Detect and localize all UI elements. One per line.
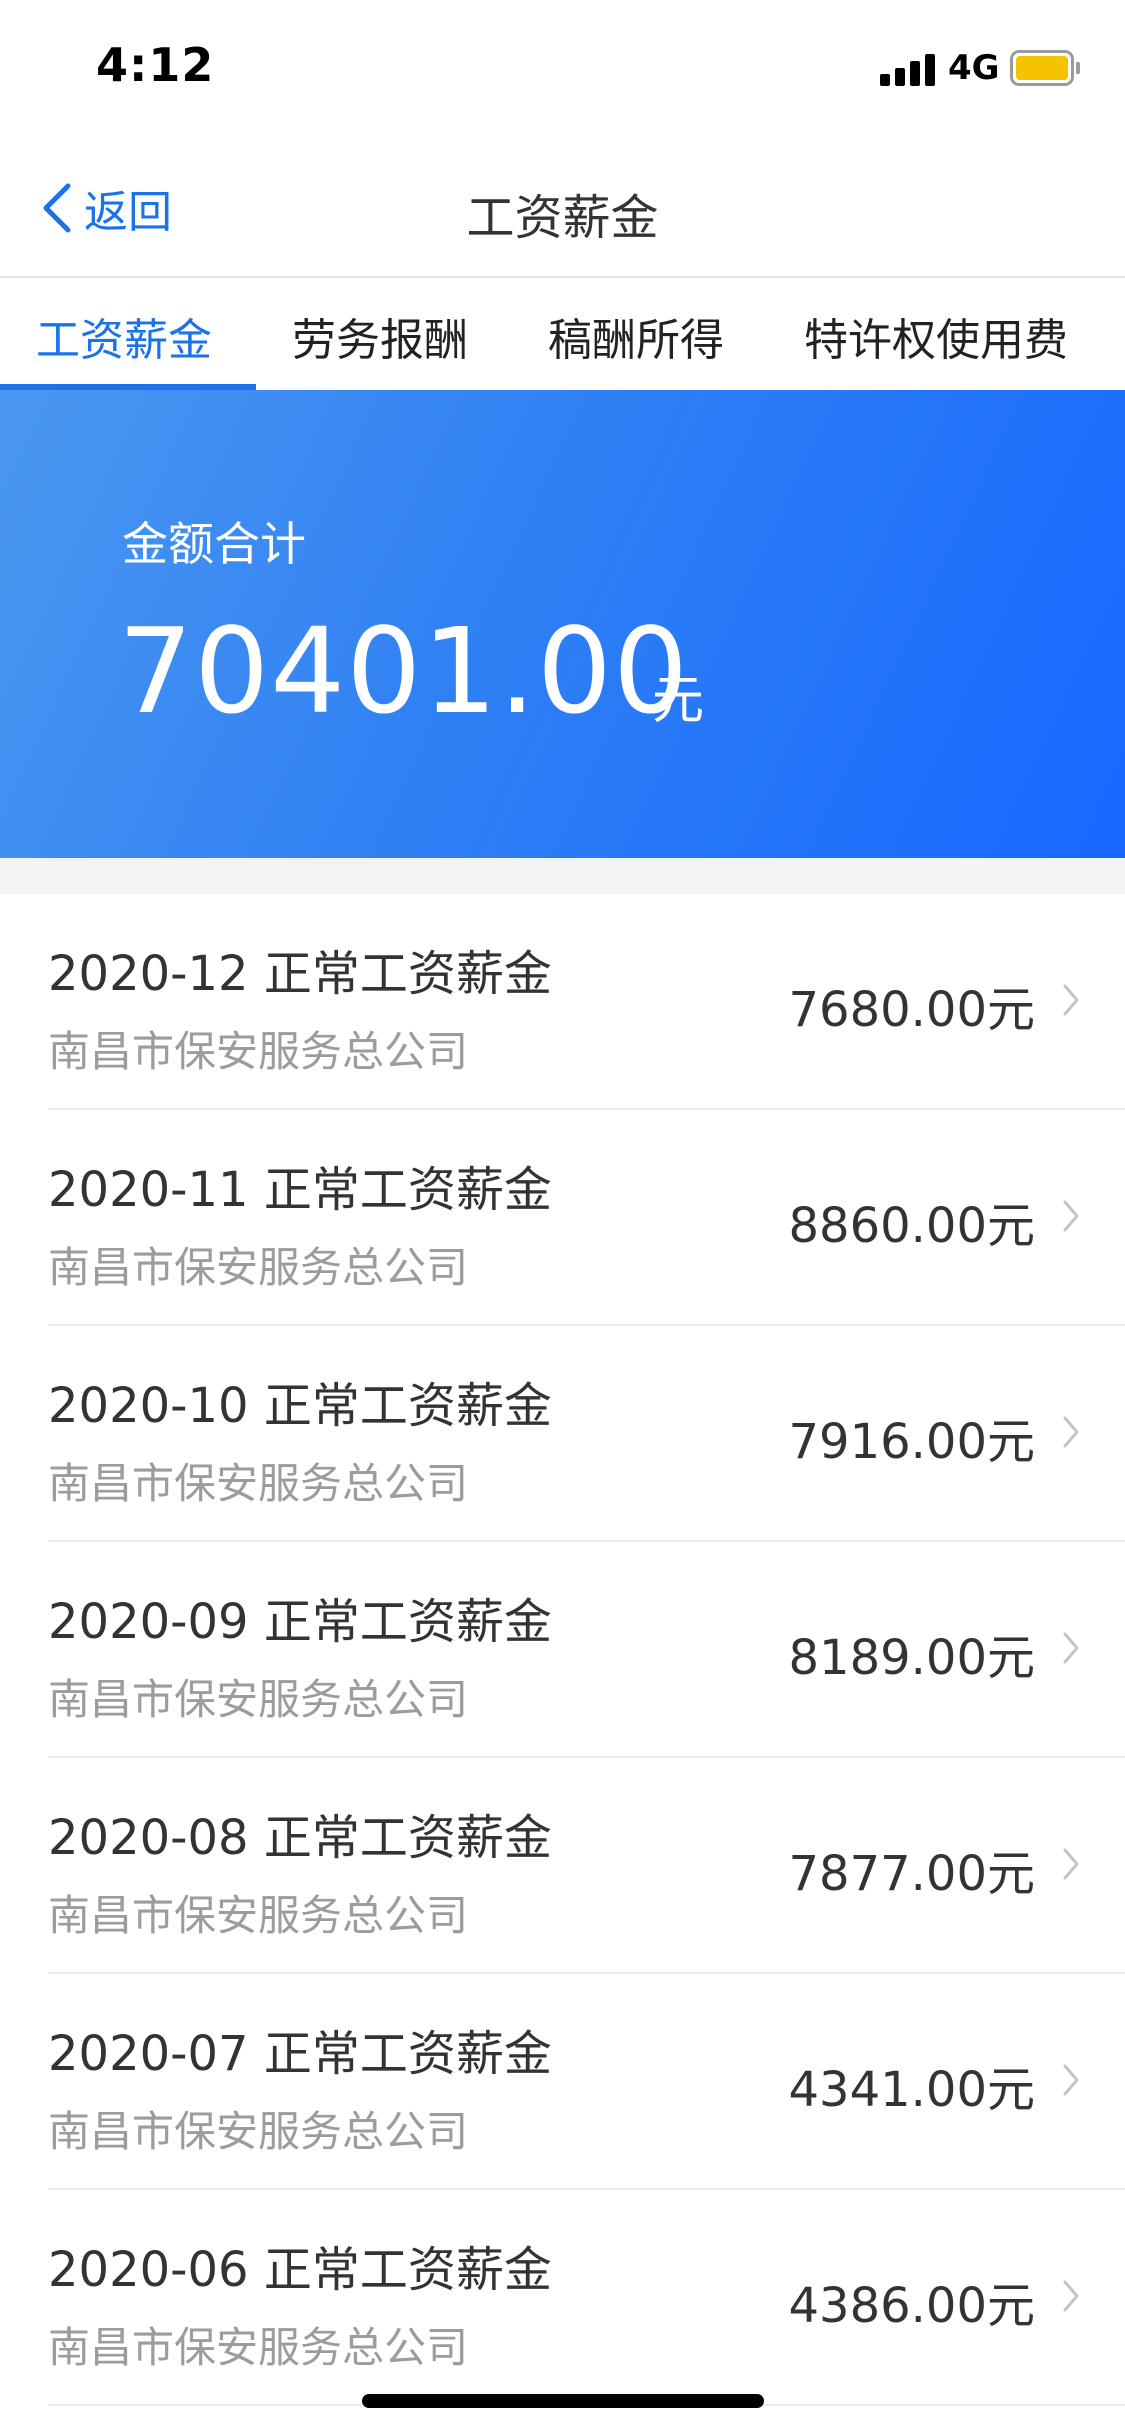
list-item[interactable]: 2020-10 正常工资薪金 南昌市保安服务总公司 7916.00元 xyxy=(0,1326,1125,1542)
list-item[interactable]: 2020-08 正常工资薪金 南昌市保安服务总公司 7877.00元 xyxy=(0,1758,1125,1974)
record-title: 2020-06 正常工资薪金 xyxy=(48,2242,552,2298)
chevron-right-icon xyxy=(1063,2064,1079,2096)
record-title: 2020-08 正常工资薪金 xyxy=(48,1810,552,1866)
chevron-right-icon xyxy=(1063,1416,1079,1448)
record-company: 南昌市保安服务总公司 xyxy=(48,1891,469,1940)
record-title: 2020-12 正常工资薪金 xyxy=(48,946,552,1002)
tab-author-remuneration[interactable]: 稿酬所得 xyxy=(548,304,724,368)
list-item[interactable]: 2020-12 正常工资薪金 南昌市保安服务总公司 7680.00元 xyxy=(0,894,1125,1110)
chevron-right-icon xyxy=(1063,1200,1079,1232)
cellular-signal-icon xyxy=(880,52,936,86)
record-company: 南昌市保安服务总公司 xyxy=(48,1459,469,1508)
record-company: 南昌市保安服务总公司 xyxy=(48,1243,469,1292)
record-company: 南昌市保安服务总公司 xyxy=(48,1027,469,1076)
record-title: 2020-10 正常工资薪金 xyxy=(48,1378,552,1434)
record-amount: 7877.00元 xyxy=(788,1846,1036,1902)
total-amount-card: 金额合计 70401.00 元 xyxy=(0,390,1125,858)
record-company: 南昌市保安服务总公司 xyxy=(48,1675,469,1724)
navigation-bar: 返回 工资薪金 xyxy=(0,140,1125,278)
section-separator xyxy=(0,858,1125,894)
record-amount: 8860.00元 xyxy=(788,1198,1036,1254)
record-title: 2020-09 正常工资薪金 xyxy=(48,1594,552,1650)
record-company: 南昌市保安服务总公司 xyxy=(48,2323,469,2372)
total-amount-value: 70401.00 xyxy=(118,602,690,740)
chevron-right-icon xyxy=(1063,2280,1079,2312)
income-record-list: 2020-12 正常工资薪金 南昌市保安服务总公司 7680.00元 2020-… xyxy=(0,894,1125,2406)
status-time: 4:12 xyxy=(96,38,215,92)
network-type: 4G xyxy=(948,48,1000,88)
list-item[interactable]: 2020-07 正常工资薪金 南昌市保安服务总公司 4341.00元 xyxy=(0,1974,1125,2190)
chevron-right-icon xyxy=(1063,1848,1079,1880)
record-amount: 7916.00元 xyxy=(788,1414,1036,1470)
record-amount: 7680.00元 xyxy=(788,982,1036,1038)
list-item[interactable]: 2020-06 正常工资薪金 南昌市保安服务总公司 4386.00元 xyxy=(0,2190,1125,2406)
tab-royalties[interactable]: 特许权使用费 xyxy=(804,304,1068,368)
chevron-right-icon xyxy=(1063,1632,1079,1664)
battery-icon xyxy=(1010,50,1080,86)
tab-labor-remuneration[interactable]: 劳务报酬 xyxy=(292,304,468,368)
tab-salary[interactable]: 工资薪金 xyxy=(36,304,212,368)
status-bar: 4:12 4G xyxy=(0,0,1125,140)
record-amount: 8189.00元 xyxy=(788,1630,1036,1686)
total-amount-label: 金额合计 xyxy=(122,517,306,571)
record-amount: 4386.00元 xyxy=(788,2278,1036,2334)
income-type-tabs: 工资薪金 劳务报酬 稿酬所得 特许权使用费 xyxy=(0,280,1125,390)
chevron-right-icon xyxy=(1063,984,1079,1016)
record-amount: 4341.00元 xyxy=(788,2062,1036,2118)
list-item[interactable]: 2020-09 正常工资薪金 南昌市保安服务总公司 8189.00元 xyxy=(0,1542,1125,1758)
record-title: 2020-11 正常工资薪金 xyxy=(48,1162,552,1218)
record-title: 2020-07 正常工资薪金 xyxy=(48,2026,552,2082)
record-company: 南昌市保安服务总公司 xyxy=(48,2107,469,2156)
home-indicator[interactable] xyxy=(362,2394,764,2408)
page-title: 工资薪金 xyxy=(466,190,659,246)
list-item[interactable]: 2020-11 正常工资薪金 南昌市保安服务总公司 8860.00元 xyxy=(0,1110,1125,1326)
total-amount-unit: 元 xyxy=(652,671,705,731)
